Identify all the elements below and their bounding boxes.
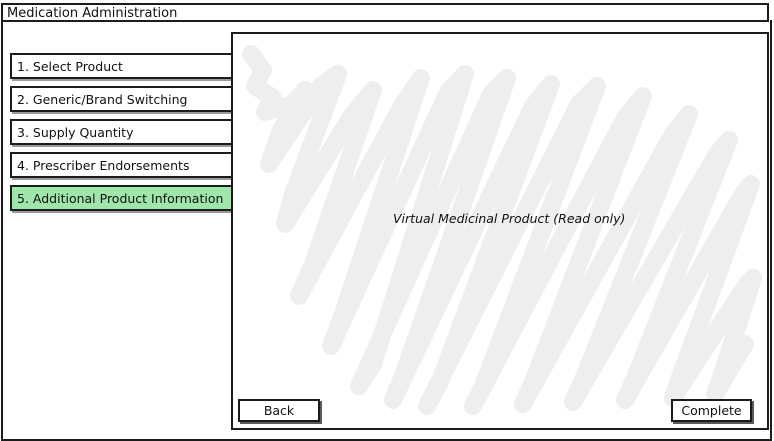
step-select-product[interactable]: 1. Select Product: [10, 53, 232, 79]
step-label: 2. Generic/Brand Switching: [17, 92, 188, 107]
step-generic-brand-switching[interactable]: 2. Generic/Brand Switching: [10, 86, 232, 112]
step-label: 3. Supply Quantity: [17, 125, 134, 140]
window-title: Medication Administration: [7, 6, 178, 21]
product-info-panel: Virtual Medicinal Product (Read only): [231, 32, 769, 430]
complete-button[interactable]: Complete: [671, 399, 752, 422]
step-label: 4. Prescriber Endorsements: [17, 158, 190, 173]
step-supply-quantity[interactable]: 3. Supply Quantity: [10, 119, 232, 145]
step-prescriber-endorsements[interactable]: 4. Prescriber Endorsements: [10, 152, 232, 178]
step-label: 1. Select Product: [17, 59, 123, 74]
panel-placeholder-text: Virtual Medicinal Product (Read only): [393, 211, 626, 226]
scribble-stroke: [242, 45, 762, 415]
step-additional-product-information[interactable]: 5. Additional Product Information: [10, 185, 232, 211]
back-button[interactable]: Back: [238, 399, 320, 422]
placeholder-scribble: [242, 45, 762, 415]
step-label: 5. Additional Product Information: [17, 191, 224, 206]
